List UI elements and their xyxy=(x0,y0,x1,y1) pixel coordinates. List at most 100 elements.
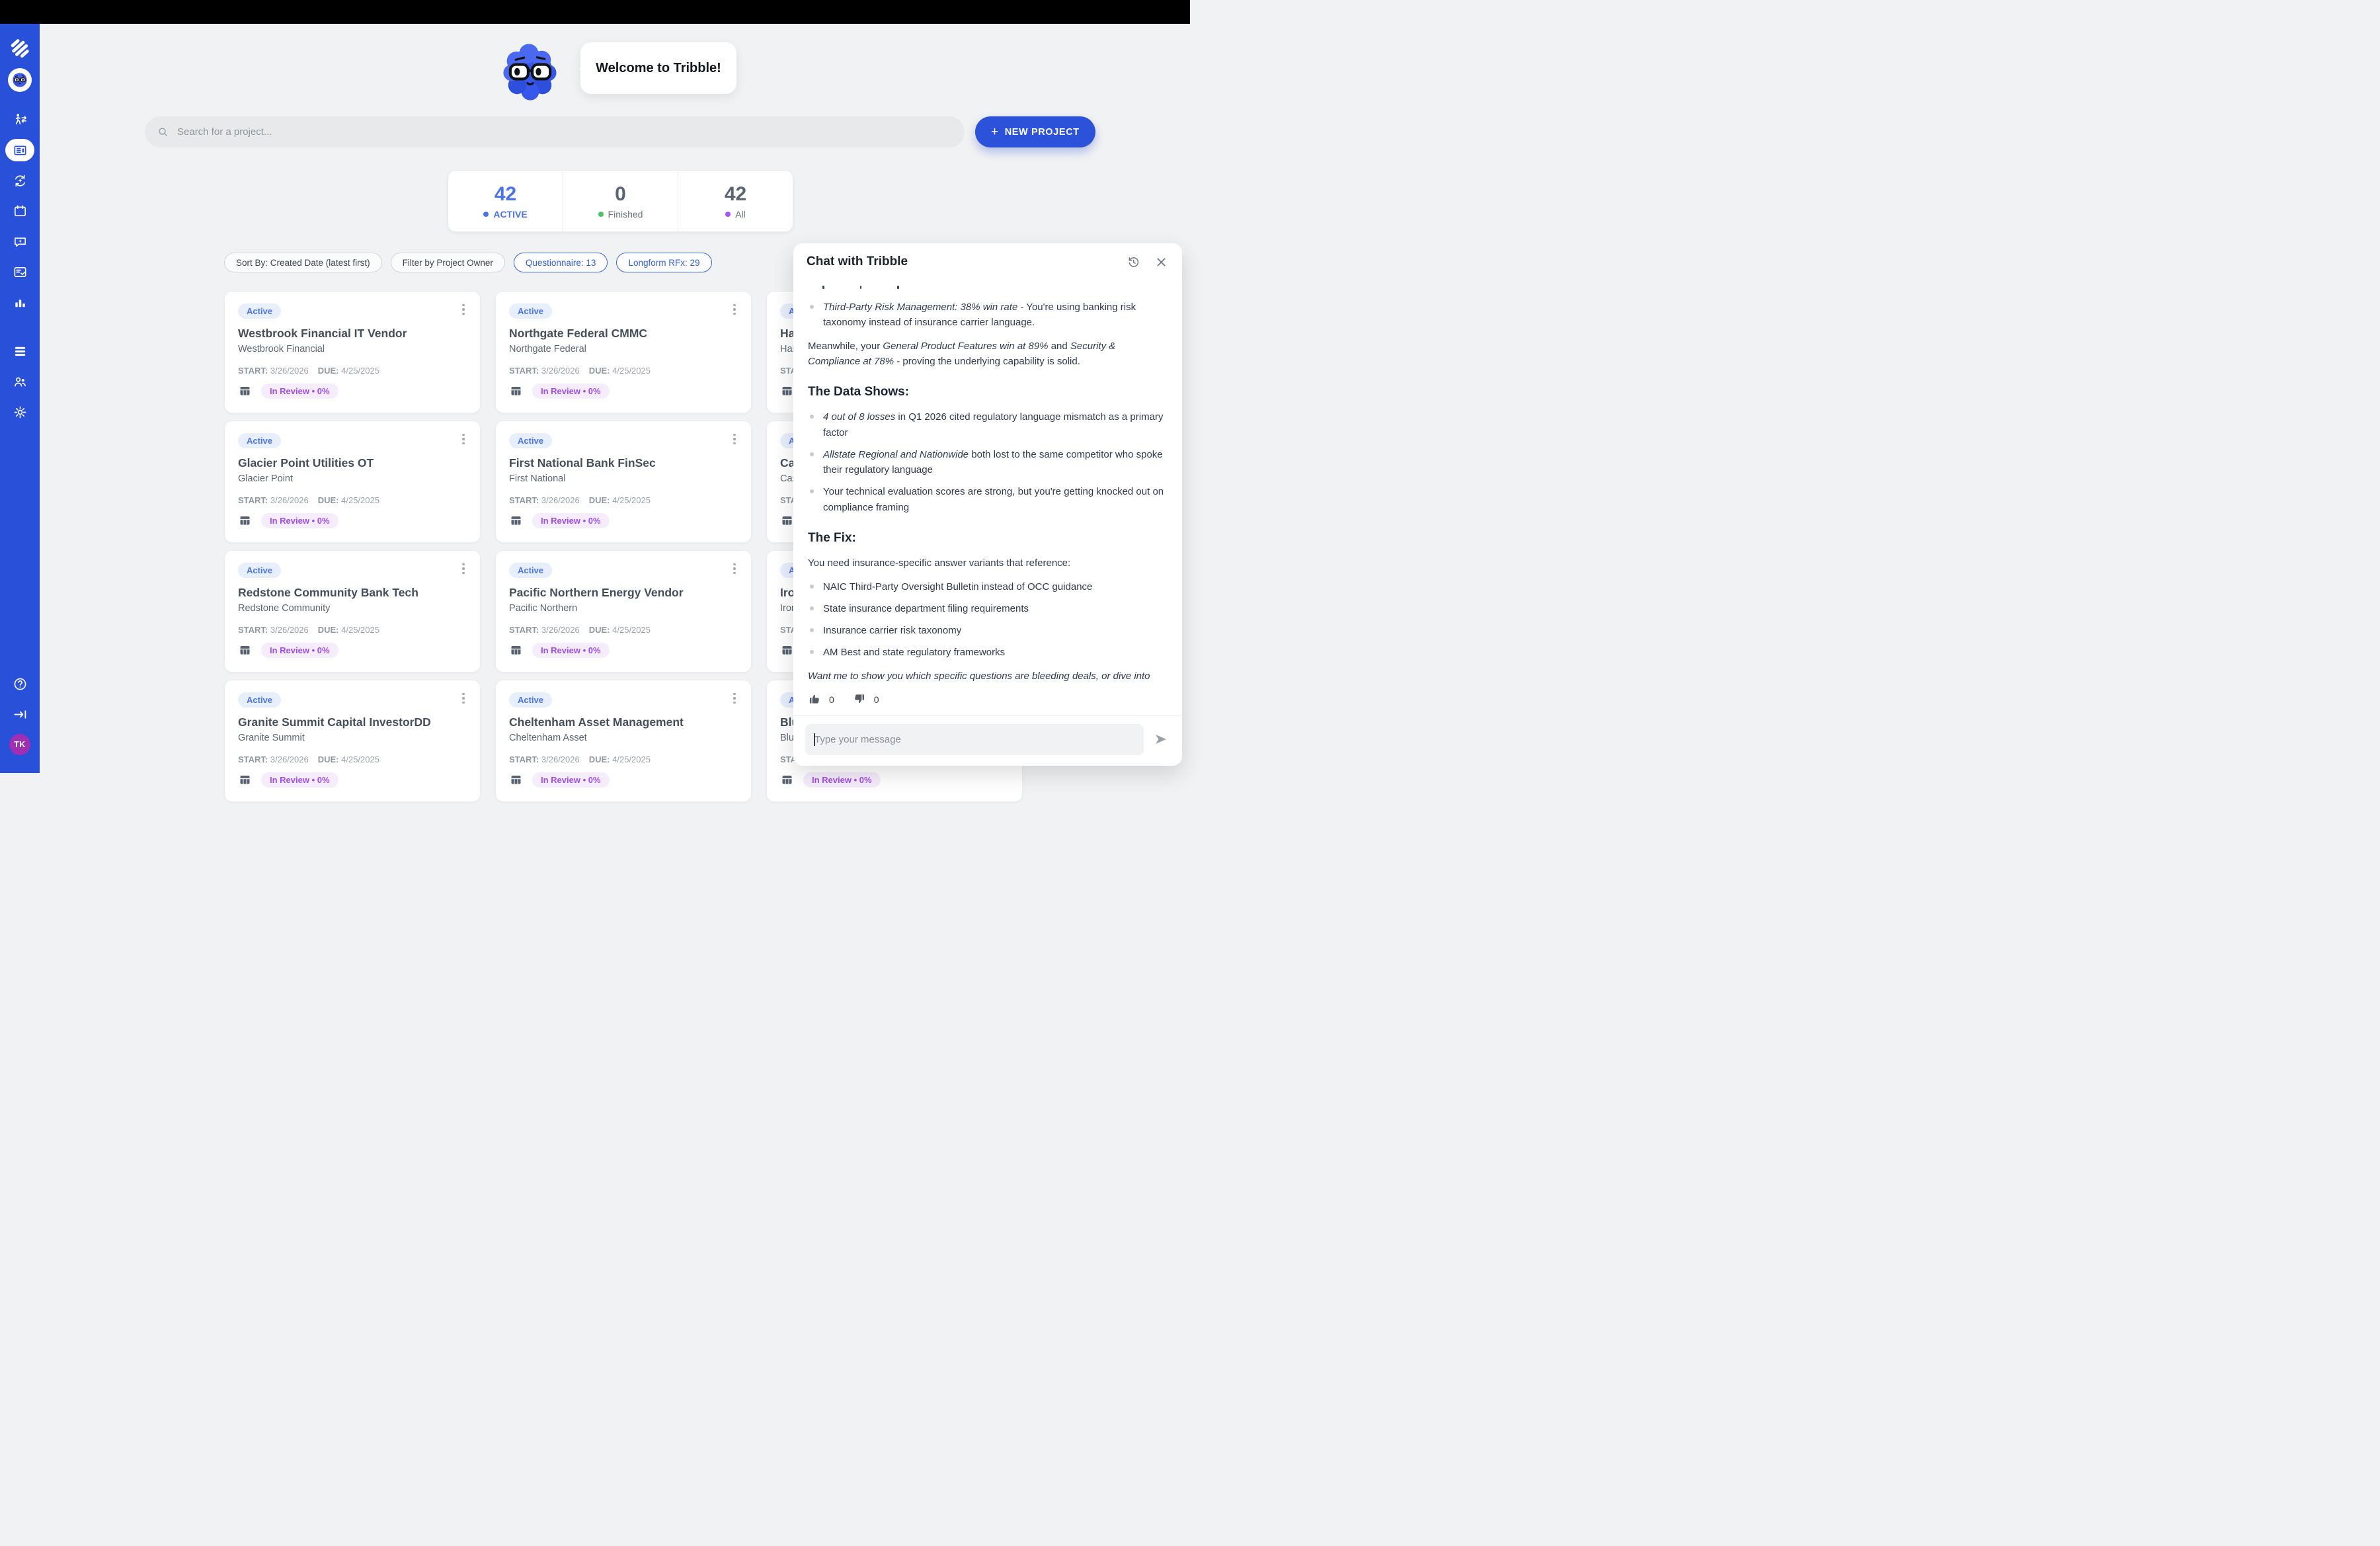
card-menu-button[interactable] xyxy=(456,432,471,446)
sidebar: TK xyxy=(0,24,40,773)
filter-chip-0[interactable]: Sort By: Created Date (latest first) xyxy=(224,253,382,272)
project-dates: START: 3/26/2026DUE: 4/25/2025 xyxy=(238,754,467,764)
project-card[interactable]: Active Pacific Northern Energy Vendor Paci… xyxy=(495,550,752,672)
sidebar-item-calendar[interactable] xyxy=(5,200,34,222)
project-stats-card: 42ACTIVE0Finished42All xyxy=(448,170,793,232)
send-message-button[interactable] xyxy=(1153,731,1170,749)
thumbs-up-button[interactable] xyxy=(808,692,822,707)
stat-label: All xyxy=(735,209,746,220)
handoff-icon xyxy=(13,112,28,128)
chat-bullet-item: Allstate Regional and Nationwide both lo… xyxy=(808,447,1168,478)
project-card[interactable]: ActiveRedstone Community Bank TechRedsto… xyxy=(224,550,481,672)
sidebar-item-tasks[interactable] xyxy=(5,261,34,283)
project-card[interactable]: ActiveWestbrook Financial IT VendorWestb… xyxy=(224,291,481,413)
card-menu-button[interactable] xyxy=(727,561,742,576)
new-project-button[interactable]: + NEW PROJECT xyxy=(975,116,1095,147)
project-dates: START: 3/26/2026DUE: 4/25/2025 xyxy=(509,495,738,505)
sidebar-item-data[interactable] xyxy=(5,340,34,362)
team-icon xyxy=(13,374,28,389)
chat-icon xyxy=(13,234,28,249)
history-icon xyxy=(1127,255,1140,269)
project-card[interactable]: Active Cheltenham Asset Management Chelten… xyxy=(495,680,752,802)
sidebar-item-team[interactable] xyxy=(5,370,34,393)
project-card[interactable]: ActiveFirst National Bank FinSecFirst Na… xyxy=(495,421,752,543)
chat-paragraph: Meanwhile, your General Product Features… xyxy=(808,339,1168,370)
filter-chip-2[interactable]: Questionnaire: 13 xyxy=(514,253,608,272)
chat-bullet-item: State insurance department filing requir… xyxy=(808,601,1168,616)
thumbs-up-icon xyxy=(808,692,821,706)
sidebar-item-analytics[interactable] xyxy=(5,291,34,313)
project-client: Glacier Point xyxy=(238,473,467,484)
table-icon xyxy=(509,384,523,398)
chat-bullet-item: AM Best and state regulatory frameworks xyxy=(808,645,1168,660)
chat-history-button[interactable] xyxy=(1125,254,1141,270)
chat-message-input[interactable] xyxy=(805,724,1144,755)
sidebar-item-user[interactable]: TK xyxy=(5,733,34,756)
project-title: Westbrook Financial IT Vendor xyxy=(238,327,467,341)
stat-label: Finished xyxy=(608,209,643,220)
chat-paragraph: Want me to show you which specific quest… xyxy=(808,669,1168,687)
project-card[interactable]: ActiveGranite Summit Capital InvestorDDG… xyxy=(224,680,481,802)
analytics-icon xyxy=(13,295,28,310)
card-menu-button[interactable] xyxy=(727,302,742,317)
review-progress-badge: In Review • 0% xyxy=(532,643,610,658)
chat-title: Chat with Tribble xyxy=(807,255,1113,269)
chat-panel: Chat with Tribble Third-Party Risk Manag… xyxy=(793,243,1182,766)
project-dates: START: 3/26/2026DUE: 4/25/2025 xyxy=(509,625,738,635)
project-client: Pacific Northern xyxy=(509,603,738,614)
filter-chip-3[interactable]: Longform RFx: 29 xyxy=(616,253,711,272)
user-avatar[interactable]: TK xyxy=(9,734,30,755)
card-menu-button[interactable] xyxy=(456,691,471,706)
card-menu-button[interactable] xyxy=(727,432,742,446)
stat-active[interactable]: 42ACTIVE xyxy=(448,171,563,231)
card-menu-button[interactable] xyxy=(727,691,742,706)
stat-dot-active xyxy=(483,212,489,217)
sidebar-item-sync[interactable] xyxy=(5,169,34,192)
status-badge: Active xyxy=(238,304,281,319)
status-badge: Active xyxy=(509,304,552,319)
chat-bullet-list: Third-Party Risk Management: 38% win rat… xyxy=(808,300,1168,331)
chat-bullet-item: Insurance carrier risk taxonomy xyxy=(808,623,1168,638)
search-input[interactable] xyxy=(177,126,953,138)
status-badge: Active xyxy=(509,692,552,708)
stat-all[interactable]: 42All xyxy=(678,171,793,231)
card-menu-button[interactable] xyxy=(456,561,471,576)
status-badge: Active xyxy=(238,692,281,708)
stat-finished[interactable]: 0Finished xyxy=(563,171,678,231)
tribble-dashboard: TK Welcome to Tribble! + N xyxy=(0,0,1190,773)
table-icon xyxy=(238,514,252,528)
search-icon xyxy=(157,126,169,138)
review-progress-badge: In Review • 0% xyxy=(261,643,338,658)
calendar-icon xyxy=(13,204,28,219)
project-title: Glacier Point Utilities OT xyxy=(238,456,467,470)
project-card[interactable]: ActiveGlacier Point Utilities OTGlacier … xyxy=(224,421,481,543)
review-progress-badge: In Review • 0% xyxy=(261,772,338,788)
review-progress-badge: In Review • 0% xyxy=(261,384,338,399)
sidebar-item-settings[interactable] xyxy=(5,401,34,423)
plus-icon: + xyxy=(991,125,999,140)
data-icon xyxy=(13,344,28,359)
filter-chip-1[interactable]: Filter by Project Owner xyxy=(391,253,505,272)
sidebar-item-chat[interactable] xyxy=(5,230,34,253)
status-badge: Active xyxy=(509,563,552,578)
project-card[interactable]: ActiveNorthgate Federal CMMCNorthgate Fe… xyxy=(495,291,752,413)
sidebar-item-projects[interactable] xyxy=(5,139,34,161)
sidebar-item-logout[interactable] xyxy=(5,703,34,725)
project-title: Pacific Northern Energy Vendor xyxy=(509,586,738,600)
thumbs-down-count: 0 xyxy=(874,694,879,705)
sidebar-item-tribble-avatar[interactable] xyxy=(5,69,34,91)
sidebar-item-logo xyxy=(5,37,34,60)
review-progress-badge: In Review • 0% xyxy=(532,772,610,788)
project-client: Cheltenham Asset xyxy=(509,733,738,743)
project-title: Cheltenham Asset Management xyxy=(509,715,738,729)
review-progress-badge: In Review • 0% xyxy=(261,513,338,528)
chat-header: Chat with Tribble xyxy=(793,243,1182,274)
table-icon xyxy=(509,643,523,657)
stat-value: 42 xyxy=(495,183,516,206)
card-menu-button[interactable] xyxy=(456,302,471,317)
sidebar-item-handoff[interactable] xyxy=(5,108,34,131)
chat-bullet-item: Your technical evaluation scores are str… xyxy=(808,484,1168,515)
sidebar-item-help[interactable] xyxy=(5,672,34,695)
thumbs-down-button[interactable] xyxy=(853,692,867,707)
chat-close-button[interactable] xyxy=(1153,254,1169,270)
